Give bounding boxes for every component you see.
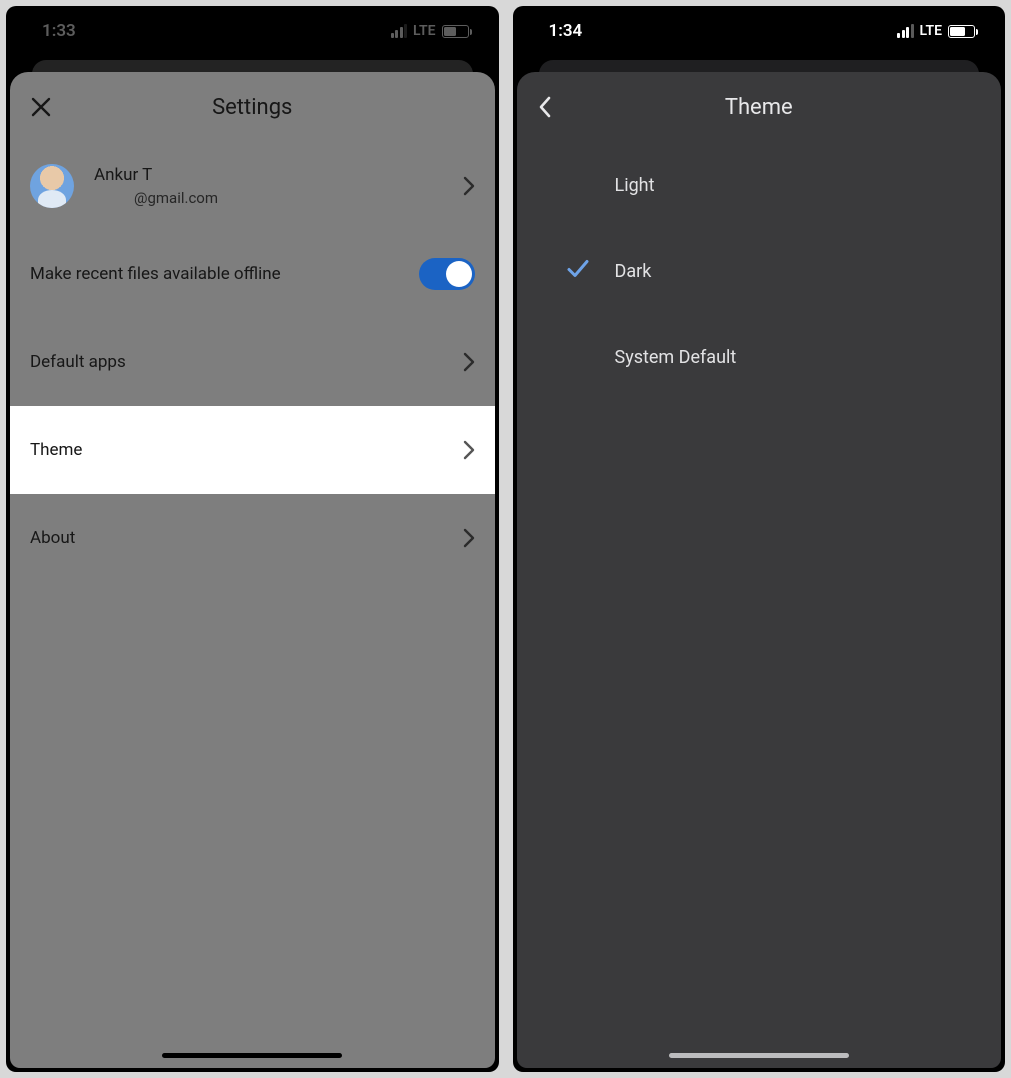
offline-row[interactable]: Make recent files available offline xyxy=(10,230,495,318)
theme-option-system[interactable]: System Default xyxy=(517,314,1002,400)
clock: 1:34 xyxy=(549,21,583,41)
home-indicator[interactable] xyxy=(669,1053,849,1058)
sheet-header: Settings xyxy=(10,72,495,142)
theme-label: Theme xyxy=(30,440,463,460)
default-apps-row[interactable]: Default apps xyxy=(10,318,495,406)
avatar xyxy=(30,164,74,208)
close-icon[interactable] xyxy=(30,96,52,118)
cell-signal-icon xyxy=(897,24,914,38)
offline-toggle[interactable] xyxy=(419,258,475,290)
battery-icon xyxy=(442,25,469,38)
status-bar: 1:33 LTE xyxy=(6,6,499,56)
clock: 1:33 xyxy=(42,21,76,41)
about-row[interactable]: About xyxy=(10,494,495,582)
account-row[interactable]: Ankur T @gmail.com xyxy=(10,142,495,230)
status-bar: 1:34 LTE xyxy=(513,6,1006,56)
chevron-right-icon xyxy=(463,176,475,196)
option-label: System Default xyxy=(615,347,737,368)
default-apps-label: Default apps xyxy=(30,352,463,372)
settings-sheet: Settings Ankur T @gmail.com Make recent … xyxy=(10,72,495,1068)
battery-icon xyxy=(948,25,975,38)
theme-option-dark[interactable]: Dark xyxy=(517,228,1002,314)
option-label: Light xyxy=(615,175,655,196)
chevron-right-icon xyxy=(463,352,475,372)
offline-label: Make recent files available offline xyxy=(30,264,419,284)
page-title: Theme xyxy=(725,95,793,120)
about-label: About xyxy=(30,528,463,548)
sheet-header: Theme xyxy=(517,72,1002,142)
screenshot-settings: 1:33 LTE Settings Ankur T @gmail.com Ma xyxy=(6,6,499,1072)
network-label: LTE xyxy=(920,23,942,39)
chevron-right-icon xyxy=(463,528,475,548)
network-label: LTE xyxy=(413,23,435,39)
theme-option-light[interactable]: Light xyxy=(517,142,1002,228)
account-email: @gmail.com xyxy=(94,189,463,207)
theme-row[interactable]: Theme xyxy=(10,406,495,494)
chevron-right-icon xyxy=(463,440,475,460)
option-label: Dark xyxy=(615,261,652,282)
page-title: Settings xyxy=(212,95,292,120)
theme-sheet: Theme Light Dark System Default xyxy=(517,72,1002,1068)
home-indicator[interactable] xyxy=(162,1053,342,1058)
check-icon xyxy=(565,256,591,287)
back-chevron-icon[interactable] xyxy=(537,95,553,119)
screenshot-theme: 1:34 LTE Theme Light Dark System Default xyxy=(513,6,1006,1072)
account-name: Ankur T xyxy=(94,165,463,185)
cell-signal-icon xyxy=(391,24,408,38)
